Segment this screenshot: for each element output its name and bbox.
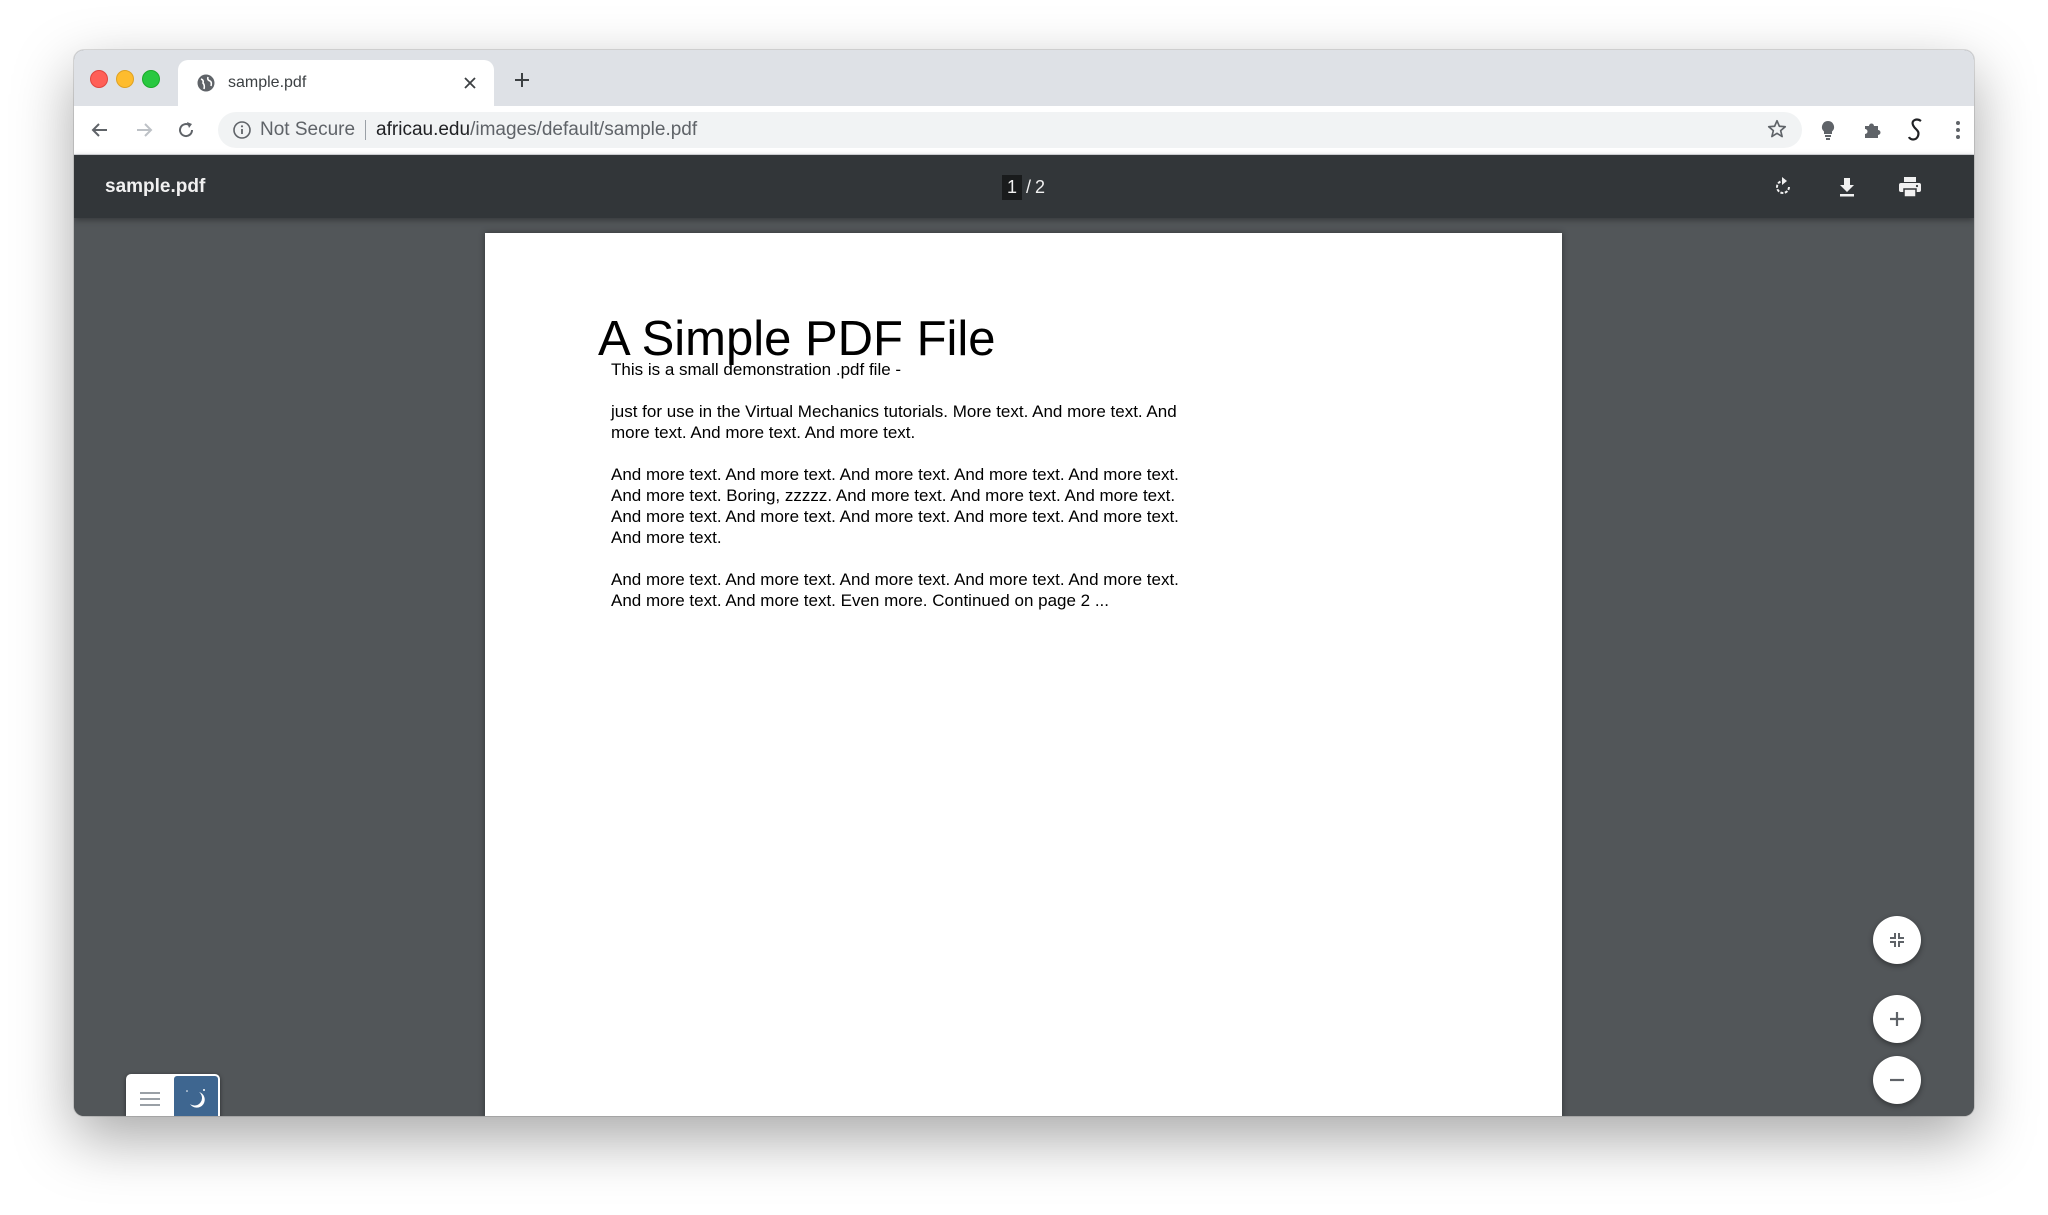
zoom-in-button[interactable] <box>1873 995 1921 1043</box>
info-icon[interactable] <box>232 120 252 140</box>
dark-mode-option[interactable] <box>174 1076 218 1116</box>
rotate-icon <box>1776 177 1790 194</box>
paragraph-3: And more text. And more text. And more t… <box>611 465 1179 547</box>
light-mode-option[interactable] <box>128 1076 172 1116</box>
page-number-input[interactable]: 1 <box>1002 175 1023 200</box>
url-path: /images/default/sample.pdf <box>470 119 698 140</box>
pdf-page-1: A Simple PDF File This is a small demons… <box>485 233 1562 1116</box>
reload-icon <box>179 122 194 138</box>
download-button[interactable] <box>1833 173 1861 201</box>
tab-title: sample.pdf <box>228 74 307 91</box>
print-button[interactable] <box>1896 173 1924 201</box>
browser-window: sample.pdf Not Secure africau.edu/images… <box>74 50 1974 1116</box>
rotate-button[interactable] <box>1769 173 1797 201</box>
close-window-button[interactable] <box>90 70 108 88</box>
back-button[interactable] <box>86 116 114 144</box>
omnibox-divider <box>365 120 367 140</box>
paragraph-1: This is a small demonstration .pdf file … <box>611 360 902 379</box>
bookmark-star-icon[interactable] <box>1766 118 1790 142</box>
zoom-window-button[interactable] <box>142 70 160 88</box>
close-tab-icon[interactable] <box>458 71 482 95</box>
extensions-puzzle-icon[interactable] <box>1860 118 1884 142</box>
profile-s-icon[interactable] <box>1904 118 1928 142</box>
zoom-out-button[interactable] <box>1873 1056 1921 1104</box>
tab-strip: sample.pdf <box>74 50 1974 106</box>
theme-toggle[interactable] <box>126 1074 220 1116</box>
reload-button[interactable] <box>172 116 200 144</box>
security-label: Not Secure <box>260 119 356 140</box>
minimize-window-button[interactable] <box>116 70 134 88</box>
lines-icon <box>140 1092 160 1106</box>
pdf-viewer[interactable]: A Simple PDF File This is a small demons… <box>74 218 1974 1116</box>
browser-toolbar: Not Secure africau.edu/images/default/sa… <box>74 106 1974 155</box>
zoom-out-icon <box>1890 1078 1904 1082</box>
page-separator: / <box>1026 177 1032 197</box>
fit-to-page-button[interactable] <box>1873 916 1921 964</box>
kebab-menu-icon[interactable] <box>1946 118 1970 142</box>
zoom-in-icon <box>1890 1012 1904 1026</box>
pdf-toolbar: sample.pdf 1 / 2 <box>74 155 1974 218</box>
moon-icon <box>186 1089 205 1108</box>
fit-to-page-icon <box>1890 933 1904 947</box>
tab-sample-pdf[interactable]: sample.pdf <box>178 60 494 106</box>
globe-icon <box>196 73 216 93</box>
paragraph-4: And more text. And more text. And more t… <box>611 570 1179 610</box>
address-bar[interactable]: Not Secure africau.edu/images/default/sa… <box>218 112 1802 148</box>
paragraph-2: just for use in the Virtual Mechanics tu… <box>611 402 1177 442</box>
new-tab-button[interactable] <box>508 66 536 94</box>
url-host: africau.edu <box>376 119 471 140</box>
forward-button[interactable] <box>130 116 158 144</box>
page-indicator: 1 / 2 <box>1002 175 1045 200</box>
download-icon <box>1840 178 1854 197</box>
pdf-document-title: sample.pdf <box>105 176 206 197</box>
page-total: 2 <box>1035 177 1046 197</box>
arrow-left-icon <box>91 123 107 137</box>
extension-bulb-icon[interactable] <box>1816 118 1840 142</box>
arrow-right-icon <box>137 123 153 137</box>
print-icon <box>1899 177 1921 198</box>
